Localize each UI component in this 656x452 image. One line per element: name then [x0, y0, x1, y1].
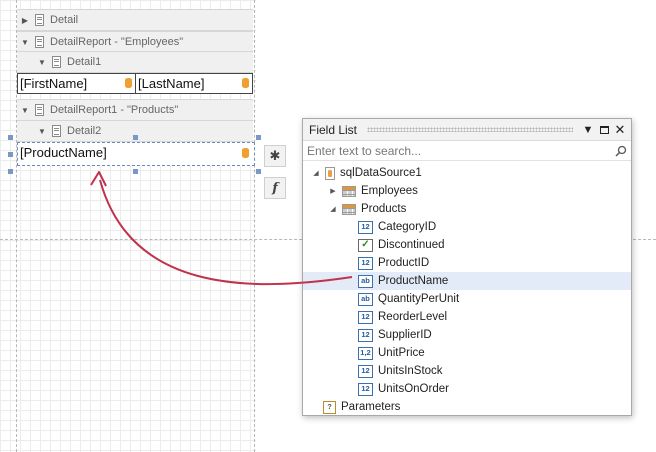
resize-handle[interactable]: [8, 169, 13, 174]
expanded-arrow-icon[interactable]: ▼: [20, 106, 30, 115]
panel-title: Field List: [309, 122, 358, 137]
tree-item-field[interactable]: 12 ReorderLevel: [303, 308, 631, 326]
integer-type-icon: 12: [358, 328, 373, 342]
band-icon: [52, 56, 61, 68]
resize-handle[interactable]: [133, 169, 138, 174]
search-icon[interactable]: [615, 145, 627, 157]
integer-type-icon: 12: [358, 220, 373, 234]
maximize-icon[interactable]: [597, 124, 611, 136]
collapsed-arrow-icon[interactable]: ▶: [20, 16, 30, 25]
close-icon[interactable]: ✕: [613, 122, 627, 138]
band-icon: [35, 104, 44, 116]
database-icon: [125, 78, 132, 88]
tree-item-field[interactable]: ab QuantityPerUnit: [303, 290, 631, 308]
expanded-arrow-icon[interactable]: ▼: [20, 38, 30, 47]
dropdown-arrow-icon[interactable]: ▼: [581, 124, 595, 136]
datasource-icon: [325, 166, 335, 180]
cell-text: [LastName]: [138, 76, 205, 91]
gear-icon: ✱: [269, 148, 281, 163]
expanded-arrow-icon[interactable]: ▼: [37, 127, 47, 136]
tree-item-field[interactable]: ✓ Discontinued: [303, 236, 631, 254]
band-label: DetailReport1 - "Products": [50, 104, 179, 116]
tree-item-datasource[interactable]: ◢ sqlDataSource1: [303, 164, 631, 182]
lastname-cell[interactable]: [LastName]: [135, 73, 253, 94]
boolean-type-icon: ✓: [358, 238, 373, 252]
tree-item-label: Parameters: [341, 401, 401, 413]
field-label: CategoryID: [378, 221, 437, 233]
tree-item-field-selected[interactable]: ab ProductName: [303, 272, 631, 290]
band-icon: [35, 36, 44, 48]
integer-type-icon: 12: [358, 382, 373, 396]
integer-type-icon: 12: [358, 310, 373, 324]
drag-grip[interactable]: [367, 127, 573, 132]
field-label: UnitPrice: [378, 347, 425, 359]
properties-smart-tag-button[interactable]: ✱: [264, 145, 286, 167]
collapsed-arrow-icon[interactable]: ▶: [328, 187, 338, 195]
band-icon: [35, 14, 44, 26]
tree-item-field[interactable]: 1,2 UnitPrice: [303, 344, 631, 362]
tree-item-label: sqlDataSource1: [340, 167, 422, 179]
string-type-icon: ab: [358, 292, 373, 306]
tree-item-label: Products: [361, 203, 407, 215]
field-list-titlebar[interactable]: Field List ▼ ✕: [303, 119, 631, 141]
parameters-icon: ?: [323, 400, 336, 414]
expression-button[interactable]: f: [264, 177, 286, 199]
database-icon: [242, 78, 249, 88]
field-label: SupplierID: [378, 329, 432, 341]
tree-item-field[interactable]: 12 CategoryID: [303, 218, 631, 236]
database-icon: [242, 148, 249, 158]
search-bar: [303, 141, 631, 161]
band-label: Detail2: [67, 125, 102, 137]
tree-item-field[interactable]: 12 UnitsInStock: [303, 362, 631, 380]
expanded-arrow-icon[interactable]: ◢: [328, 205, 338, 213]
resize-handle[interactable]: [8, 135, 13, 140]
firstname-cell[interactable]: [FirstName]: [17, 73, 137, 94]
decimal-type-icon: 1,2: [358, 346, 373, 360]
expanded-arrow-icon[interactable]: ◢: [311, 169, 321, 177]
tree-item-field[interactable]: 12 ProductID: [303, 254, 631, 272]
tree-item-products[interactable]: ◢ Products: [303, 200, 631, 218]
band-detail-report-products[interactable]: ▼ DetailReport1 - "Products": [17, 99, 253, 121]
field-label: ReorderLevel: [378, 311, 448, 323]
tree-item-employees[interactable]: ▶ Employees: [303, 182, 631, 200]
cell-text: [ProductName]: [20, 145, 107, 160]
resize-handle[interactable]: [256, 169, 261, 174]
band-label: Detail: [50, 14, 79, 26]
resize-handle[interactable]: [256, 135, 261, 140]
resize-handle[interactable]: [8, 152, 13, 157]
band-detail-report-employees[interactable]: ▼ DetailReport - "Employees": [17, 31, 253, 53]
field-label: ProductID: [378, 257, 430, 269]
tree-item-field[interactable]: 12 SupplierID: [303, 326, 631, 344]
function-icon: f: [272, 180, 278, 196]
tree-item-label: Employees: [361, 185, 418, 197]
string-type-icon: ab: [358, 274, 373, 288]
band-label: Detail1: [67, 56, 102, 68]
productname-cell[interactable]: [ProductName]: [17, 142, 255, 166]
field-list-panel: Field List ▼ ✕ ◢ sqlDataSource1 ▶ Employ…: [302, 118, 632, 416]
field-label: UnitsInStock: [378, 365, 443, 377]
integer-type-icon: 12: [358, 364, 373, 378]
field-label: ProductName: [378, 275, 449, 287]
cell-text: [FirstName]: [20, 76, 88, 91]
field-label: Discontinued: [378, 239, 445, 251]
band-label: DetailReport - "Employees": [50, 36, 184, 48]
table-icon: [342, 185, 356, 197]
resize-handle[interactable]: [133, 135, 138, 140]
band-icon: [52, 125, 61, 137]
band-detail1[interactable]: ▼ Detail1: [17, 51, 253, 73]
field-label: UnitsOnOrder: [378, 383, 449, 395]
expanded-arrow-icon[interactable]: ▼: [37, 58, 47, 67]
field-label: QuantityPerUnit: [378, 293, 460, 305]
tree-item-parameters[interactable]: ? Parameters: [303, 398, 631, 416]
table-icon: [342, 203, 356, 215]
integer-type-icon: 12: [358, 256, 373, 270]
tree-item-field[interactable]: 12 UnitsOnOrder: [303, 380, 631, 398]
margin-guide-right: [254, 0, 255, 452]
band-detail[interactable]: ▶ Detail: [17, 9, 253, 31]
search-input[interactable]: [307, 143, 615, 158]
